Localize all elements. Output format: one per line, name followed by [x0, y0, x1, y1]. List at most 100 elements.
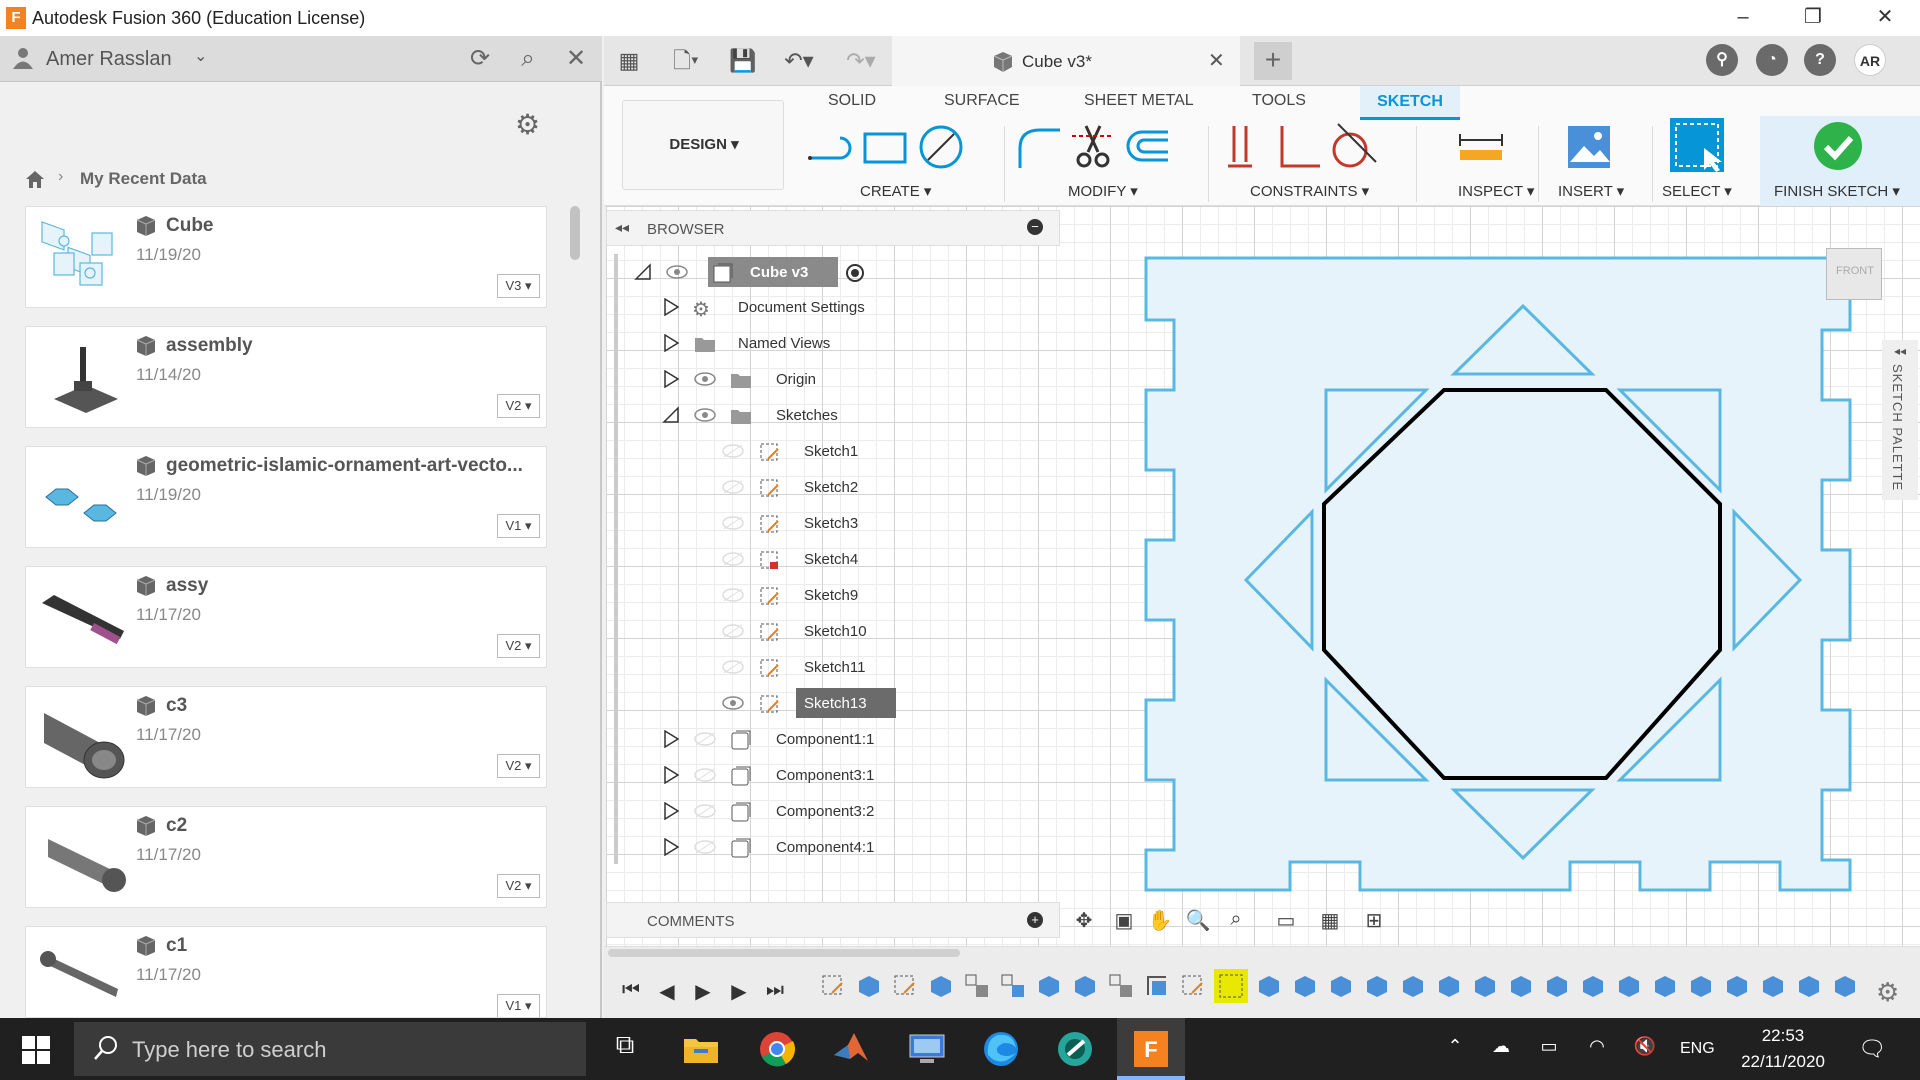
redo-icon[interactable]: ↷▾	[838, 46, 884, 76]
version-dropdown[interactable]: V2 ▾	[497, 754, 540, 778]
breadcrumb[interactable]: My Recent Data	[80, 169, 207, 189]
visibility-eye-icon[interactable]	[666, 264, 688, 280]
file-card[interactable]: assy 11/17/20 V2 ▾	[25, 566, 547, 668]
tree-item-sketch[interactable]: Sketch1	[610, 436, 1070, 468]
version-dropdown[interactable]: V3 ▾	[497, 274, 540, 298]
settings-gear-icon[interactable]: ⚙	[515, 108, 540, 141]
timeline-joint-icon[interactable]	[1000, 973, 1026, 999]
viewports-icon[interactable]: ⊞	[1360, 908, 1388, 934]
sketch-palette-tab[interactable]: ◂◂ SKETCH PALETTE	[1882, 340, 1918, 500]
finish-sketch-check-icon[interactable]	[1812, 120, 1864, 172]
teams-meet-icon[interactable]	[1054, 1029, 1096, 1069]
coincident-constraint-icon[interactable]	[1216, 122, 1266, 172]
close-window-button[interactable]: ✕	[1856, 0, 1914, 36]
clock-time[interactable]: 22:53	[1738, 1026, 1828, 1046]
tree-item-sketches[interactable]: Sketches	[610, 400, 1070, 432]
file-card[interactable]: Cube 11/19/20 V3 ▾	[25, 206, 547, 308]
timeline-extrude-icon[interactable]	[1036, 973, 1062, 999]
tab-sketch[interactable]: SKETCH	[1360, 86, 1460, 120]
timeline-extrude-icon[interactable]	[1688, 973, 1714, 999]
save-icon[interactable]: 💾	[728, 46, 758, 76]
timeline-extrude-icon[interactable]	[928, 973, 954, 999]
user-name-menu[interactable]: Amer Rasslan	[46, 48, 172, 71]
timeline-sketch-icon[interactable]	[820, 973, 846, 999]
trim-tool-icon[interactable]	[1068, 122, 1118, 172]
hidden-eye-icon[interactable]	[694, 839, 716, 855]
timeline-extrude-icon[interactable]	[1072, 973, 1098, 999]
timeline-extrude-icon[interactable]	[1472, 973, 1498, 999]
insert-image-icon[interactable]	[1564, 122, 1614, 172]
step-forward-icon[interactable]: ▶	[726, 979, 752, 1005]
file-card[interactable]: geometric-islamic-ornament-art-vecto... …	[25, 446, 547, 548]
remote-desktop-icon[interactable]	[906, 1029, 948, 1069]
line-tool-icon[interactable]	[804, 122, 854, 172]
timeline-extrude-icon[interactable]	[1580, 973, 1606, 999]
expand-arrow-icon[interactable]	[662, 838, 680, 856]
close-panel-icon[interactable]: ✕	[560, 44, 592, 76]
expand-chevron-icon[interactable]: ◂◂	[1894, 344, 1906, 358]
chrome-icon[interactable]	[756, 1029, 798, 1069]
display-settings-icon[interactable]: ▭	[1272, 908, 1300, 934]
timeline-extrude-icon[interactable]	[1724, 973, 1750, 999]
look-at-icon[interactable]: ▣	[1110, 908, 1138, 934]
visibility-eye-icon[interactable]	[722, 695, 744, 711]
file-card[interactable]: c1 11/17/20 V1 ▾	[25, 926, 547, 1018]
version-dropdown[interactable]: V1 ▾	[497, 514, 540, 538]
browser-minimize-icon[interactable]: −	[1027, 219, 1043, 235]
input-language[interactable]: ENG	[1680, 1040, 1715, 1058]
pan-hand-icon[interactable]: ✋	[1146, 908, 1174, 934]
create-group-menu[interactable]: CREATE ▾	[860, 182, 931, 200]
data-panel-grid-icon[interactable]: ▦	[614, 46, 644, 76]
collapse-arrow-icon[interactable]	[662, 406, 680, 424]
hidden-eye-icon[interactable]	[722, 443, 744, 459]
hidden-eye-icon[interactable]	[722, 587, 744, 603]
collapse-arrow-icon[interactable]	[634, 263, 652, 281]
expand-arrow-icon[interactable]	[662, 766, 680, 784]
workspace-switcher[interactable]: DESIGN ▾	[622, 100, 784, 190]
search-icon[interactable]: ⌕	[512, 44, 544, 76]
modify-group-menu[interactable]: MODIFY ▾	[1068, 182, 1138, 200]
file-card[interactable]: c3 11/17/20 V2 ▾	[25, 686, 547, 788]
select-group-menu[interactable]: SELECT ▾	[1662, 182, 1732, 200]
tree-item-named-views[interactable]: Named Views	[610, 328, 1070, 360]
tree-item-document-settings[interactable]: ⚙ Document Settings	[610, 292, 1070, 324]
tree-item-sketch[interactable]: Sketch10	[610, 616, 1070, 648]
fusion-360-taskbar-icon[interactable]: F	[1130, 1029, 1172, 1069]
step-back-icon[interactable]: ◀	[654, 979, 680, 1005]
expand-arrow-icon[interactable]	[662, 802, 680, 820]
timeline-extrude-icon[interactable]	[856, 973, 882, 999]
notifications-icon[interactable]: 🗨	[1858, 1036, 1886, 1061]
profile-avatar[interactable]: AR	[1854, 44, 1886, 76]
grid-settings-icon[interactable]: ▦	[1316, 908, 1344, 934]
timeline-extrude-icon[interactable]	[1544, 973, 1570, 999]
tab-surface[interactable]: SURFACE	[944, 92, 1020, 110]
file-menu-icon[interactable]: 🗋▾	[664, 46, 708, 76]
expand-arrow-icon[interactable]	[662, 370, 680, 388]
timeline-plane-icon[interactable]	[1144, 973, 1170, 999]
tab-solid[interactable]: SOLID	[828, 92, 876, 110]
tree-item-origin[interactable]: Origin	[610, 364, 1070, 396]
hidden-eye-icon[interactable]	[694, 803, 716, 819]
expand-arrow-icon[interactable]	[662, 298, 680, 316]
document-tab[interactable]: Cube v3* ✕	[892, 36, 1240, 86]
hidden-eye-icon[interactable]	[722, 479, 744, 495]
windows-start-icon[interactable]	[20, 1034, 52, 1066]
task-view-icon[interactable]: ⧉	[604, 1029, 646, 1069]
hidden-eye-icon[interactable]	[722, 659, 744, 675]
timeline-sketch-icon[interactable]	[892, 973, 918, 999]
undo-icon[interactable]: ↶▾	[776, 46, 822, 76]
new-tab-button[interactable]: +	[1254, 42, 1292, 80]
timeline-joint-icon[interactable]	[1108, 973, 1134, 999]
visibility-eye-icon[interactable]	[694, 371, 716, 387]
tree-item-component[interactable]: Component3:2	[610, 796, 1070, 828]
tangent-constraint-icon[interactable]	[1328, 122, 1378, 172]
timeline-extrude-icon[interactable]	[1328, 973, 1354, 999]
clock-date[interactable]: 22/11/2020	[1733, 1052, 1833, 1072]
close-tab-icon[interactable]: ✕	[1208, 48, 1225, 73]
timeline-active-sketch-icon[interactable]	[1214, 969, 1248, 1003]
tree-item-sketch[interactable]: Sketch3	[610, 508, 1070, 540]
offset-tool-icon[interactable]	[1122, 122, 1172, 172]
taskbar-search-box[interactable]: Type here to search	[74, 1022, 586, 1076]
go-to-end-icon[interactable]: ⏭	[762, 979, 788, 1005]
tree-item-component[interactable]: Component1:1	[610, 724, 1070, 756]
